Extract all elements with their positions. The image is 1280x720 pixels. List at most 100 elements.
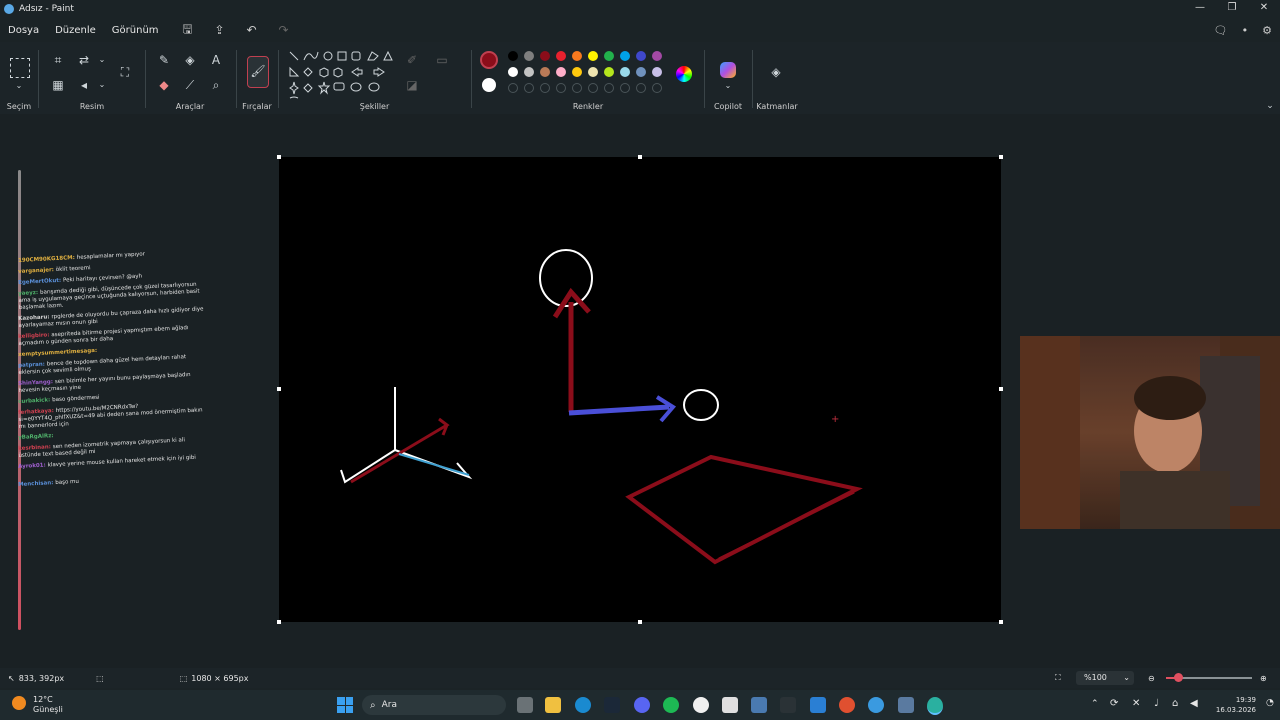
zoom-slider-thumb[interactable] xyxy=(1174,673,1183,682)
browser-icon[interactable] xyxy=(868,697,884,713)
color-swatch[interactable] xyxy=(604,67,614,77)
account-icon[interactable]: • xyxy=(1242,24,1249,37)
unreal-engine-icon[interactable] xyxy=(693,697,709,713)
outline-icon[interactable]: ✐ xyxy=(404,52,420,68)
notion-icon[interactable] xyxy=(722,697,738,713)
custom-color-slot[interactable] xyxy=(508,83,518,93)
canvas-resize-handle[interactable] xyxy=(638,620,642,624)
ribbon-collapse-chevron-icon[interactable]: ⌄ xyxy=(1262,98,1278,114)
minimize-button[interactable]: — xyxy=(1184,0,1216,18)
microphone-icon[interactable]: ♩ xyxy=(1154,698,1159,709)
weather-sun-icon[interactable] xyxy=(12,696,26,710)
copilot-icon[interactable] xyxy=(720,62,736,78)
obs-icon[interactable] xyxy=(839,697,855,713)
custom-color-slot[interactable] xyxy=(572,83,582,93)
rotate-icon[interactable]: ◂ xyxy=(76,77,92,93)
chevron-down-icon[interactable]: ⌄ xyxy=(720,78,736,94)
color-swatch[interactable] xyxy=(636,51,646,61)
chevron-down-icon[interactable]: ⌄ xyxy=(94,77,110,93)
canvas-resize-handle[interactable] xyxy=(999,387,1003,391)
color-swatch[interactable] xyxy=(588,67,598,77)
color-swatch[interactable] xyxy=(556,51,566,61)
resize-icon[interactable]: ⇄ xyxy=(76,52,92,68)
canvas-resize-handle[interactable] xyxy=(999,155,1003,159)
custom-color-slot[interactable] xyxy=(540,83,550,93)
color-swatch[interactable] xyxy=(524,51,534,61)
color-swatch[interactable] xyxy=(572,51,582,61)
zoom-in-icon[interactable]: ⊕ xyxy=(1260,674,1267,683)
custom-color-slot[interactable] xyxy=(636,83,646,93)
share-icon[interactable]: ⇪ xyxy=(209,23,231,37)
color-swatch[interactable] xyxy=(636,67,646,77)
discord-icon[interactable] xyxy=(634,697,650,713)
spotify-icon[interactable] xyxy=(663,697,679,713)
tray-app-icon[interactable]: ⟳ xyxy=(1110,698,1118,709)
tray-chevron-up-icon[interactable]: ⌃ xyxy=(1091,699,1099,709)
custom-color-slot[interactable] xyxy=(652,83,662,93)
save-icon[interactable]: 🖫 xyxy=(177,20,199,41)
taskbar-search[interactable]: ⌕ Ara xyxy=(362,695,506,715)
undo-icon[interactable]: ↶ xyxy=(241,23,263,37)
color-swatch[interactable] xyxy=(540,51,550,61)
volume-icon[interactable]: ◀ xyxy=(1190,698,1198,709)
restore-button[interactable]: ❐ xyxy=(1216,0,1248,18)
color-picker-icon[interactable]: ⟋ xyxy=(182,77,198,93)
zoom-slider[interactable] xyxy=(1166,673,1252,682)
shape-fill-icon[interactable]: ▭ xyxy=(434,52,450,68)
canvas-resize-handle[interactable] xyxy=(277,155,281,159)
menu-view[interactable]: Görünüm xyxy=(104,25,167,36)
feedback-icon[interactable]: 🗨 xyxy=(1214,24,1228,37)
clock[interactable]: 19:39 16.03.2026 xyxy=(1216,695,1256,715)
layers-icon[interactable]: ◈ xyxy=(768,64,784,80)
custom-color-slot[interactable] xyxy=(524,83,534,93)
magnifier-icon[interactable]: ⌕ xyxy=(208,77,224,93)
secondary-color-swatch[interactable] xyxy=(482,78,496,92)
edit-colors-icon[interactable] xyxy=(676,66,692,82)
color-swatch[interactable] xyxy=(620,67,630,77)
color-swatch[interactable] xyxy=(540,67,550,77)
color-swatch[interactable] xyxy=(652,67,662,77)
edge-browser-icon[interactable] xyxy=(575,697,591,713)
tray-app-icon[interactable]: ✕ xyxy=(1132,698,1140,709)
text-icon[interactable]: A xyxy=(208,52,224,68)
fill-bucket-icon[interactable]: ◈ xyxy=(182,52,198,68)
custom-color-slot[interactable] xyxy=(588,83,598,93)
task-view-icon[interactable] xyxy=(517,697,533,713)
canvas-resize-handle[interactable] xyxy=(638,155,642,159)
color-swatch[interactable] xyxy=(588,51,598,61)
paint-taskbar-icon[interactable] xyxy=(927,697,943,715)
godot-icon[interactable] xyxy=(898,697,914,713)
color-swatch[interactable] xyxy=(620,51,630,61)
brush-icon[interactable]: 🖌 xyxy=(247,56,269,88)
menu-file[interactable]: Dosya xyxy=(0,25,47,36)
notification-bell-icon[interactable]: ◔ xyxy=(1266,698,1274,708)
crop-icon[interactable]: ⌗ xyxy=(50,52,66,68)
vscode-icon[interactable] xyxy=(810,697,826,713)
chevron-down-icon[interactable]: ⌄ xyxy=(11,78,27,94)
color-swatch[interactable] xyxy=(508,51,518,61)
zoom-out-icon[interactable]: ⊖ xyxy=(1148,674,1155,683)
file-explorer-icon[interactable] xyxy=(545,697,561,713)
color-swatch[interactable] xyxy=(652,51,662,61)
custom-color-slot[interactable] xyxy=(604,83,614,93)
shape-fill-style-icon[interactable]: ◪ xyxy=(404,77,420,93)
steam-icon[interactable] xyxy=(604,697,620,713)
godot-icon[interactable] xyxy=(751,697,767,713)
custom-color-slot[interactable] xyxy=(620,83,630,93)
canvas-resize-handle[interactable] xyxy=(277,387,281,391)
shapes-gallery[interactable] xyxy=(288,50,398,102)
primary-color-swatch[interactable] xyxy=(480,51,498,69)
color-swatch[interactable] xyxy=(556,67,566,77)
menu-edit[interactable]: Düzenle xyxy=(47,25,104,36)
color-swatch[interactable] xyxy=(604,51,614,61)
network-icon[interactable]: ⌂ xyxy=(1172,698,1178,709)
weather-widget[interactable]: 12°C Güneşli xyxy=(33,695,63,715)
color-swatch[interactable] xyxy=(572,67,582,77)
canvas-resize-handle[interactable] xyxy=(999,620,1003,624)
background-remove-icon[interactable]: ▦ xyxy=(50,77,66,93)
canvas-resize-handle[interactable] xyxy=(277,620,281,624)
eraser-icon[interactable]: ◆ xyxy=(156,77,172,93)
color-swatch[interactable] xyxy=(524,67,534,77)
custom-color-slot[interactable] xyxy=(556,83,566,93)
fit-to-window-icon[interactable]: ⛶ xyxy=(1055,673,1061,683)
